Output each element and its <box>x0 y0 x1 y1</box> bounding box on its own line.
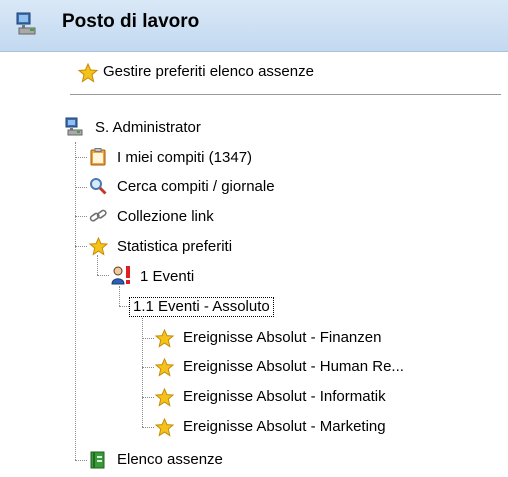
task-list-icon <box>90 148 106 166</box>
manage-absence-favorites-link[interactable]: Gestire preferiti elenco assenze <box>103 63 314 80</box>
tree-item-administrator[interactable]: S. Administrator <box>95 119 201 137</box>
tree-connector <box>142 397 154 398</box>
magnifier-icon <box>90 178 107 195</box>
tree-connector <box>75 246 87 247</box>
workstation-header: Posto di lavoro <box>0 0 508 52</box>
star-icon <box>155 329 174 348</box>
tree-item-statistics-favorites[interactable]: Statistica preferiti <box>117 238 232 256</box>
tree-connector <box>97 255 98 275</box>
star-icon <box>155 358 174 377</box>
tree-item-my-tasks[interactable]: I miei compiti (1347) <box>117 149 252 167</box>
star-icon <box>155 418 174 437</box>
tree-connector <box>75 460 87 461</box>
tree-item-events-absolute[interactable]: 1.1 Eventi - Assoluto <box>129 297 274 317</box>
star-icon <box>78 63 98 83</box>
tree-connector <box>75 142 76 460</box>
tree-connector <box>142 367 154 368</box>
tree-item-events-hr[interactable]: Ereignisse Absolut - Human Re... <box>183 358 404 376</box>
tree-item-absence-list[interactable]: Elenco assenze <box>117 451 223 469</box>
tree-connector <box>142 427 154 428</box>
tree-item-events-marketing[interactable]: Ereignisse Absolut - Marketing <box>183 418 386 436</box>
tree-connector <box>119 286 120 306</box>
workstation-icon <box>65 117 83 136</box>
link-icon <box>89 209 107 222</box>
users-alert-icon <box>111 266 130 285</box>
tree-item-search-tasks[interactable]: Cerca compiti / giornale <box>117 178 275 196</box>
tree-item-link-collection[interactable]: Collezione link <box>117 208 214 226</box>
workstation-icon <box>16 12 36 35</box>
star-icon <box>155 388 174 407</box>
tree-connector <box>97 275 109 276</box>
tree-connector <box>75 187 87 188</box>
separator <box>70 94 501 95</box>
tree-connector <box>75 216 87 217</box>
star-icon <box>89 237 108 256</box>
tree-item-events[interactable]: 1 Eventi <box>140 268 194 286</box>
tree-connector <box>75 157 87 158</box>
tree-item-events-it[interactable]: Ereignisse Absolut - Informatik <box>183 388 386 406</box>
tree-connector <box>119 306 129 307</box>
page-title: Posto di lavoro <box>62 11 200 32</box>
tree-connector <box>142 316 143 427</box>
book-icon <box>90 451 105 469</box>
tree-connector <box>142 338 154 339</box>
tree-item-events-finance[interactable]: Ereignisse Absolut - Finanzen <box>183 329 381 347</box>
